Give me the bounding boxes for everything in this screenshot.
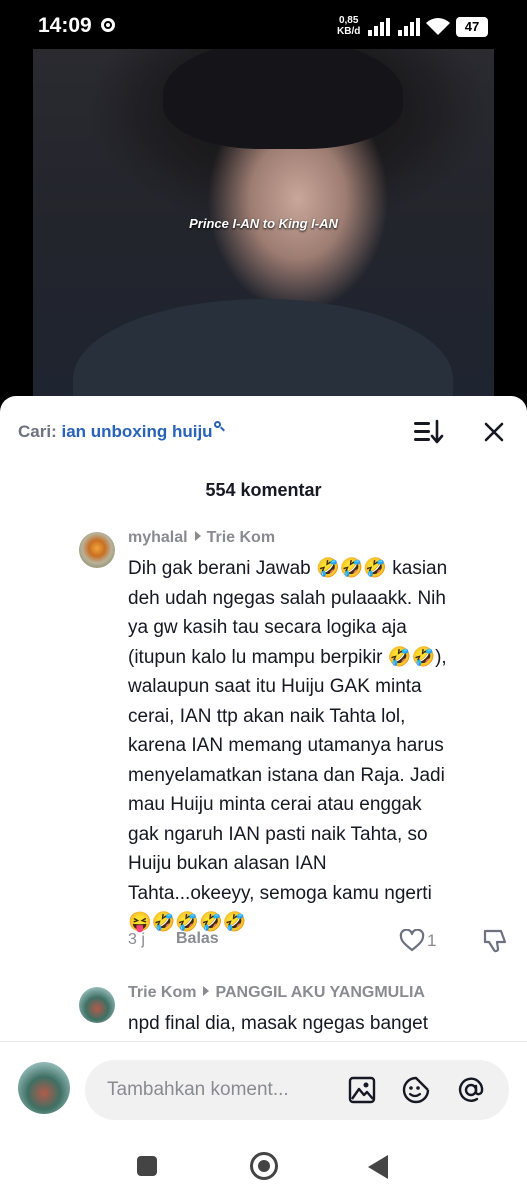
reply-button[interactable]: Balas xyxy=(176,930,219,948)
comment-line: mau Huiju minta cerai atau enggak xyxy=(128,794,422,815)
comment-username[interactable]: myhalal xyxy=(128,529,188,546)
search-icon xyxy=(213,421,224,431)
sticker-icon[interactable] xyxy=(401,1075,431,1105)
close-icon[interactable] xyxy=(480,418,508,446)
comment-text: Dih gak berani Jawab 🤣🤣🤣 kasian deh udah… xyxy=(128,554,498,938)
signal-icon-2 xyxy=(398,18,422,36)
video-figure-body xyxy=(73,299,453,399)
comment-line: cerai, IAN ttp akan naik Tahta lol, xyxy=(128,705,406,727)
sort-icon[interactable] xyxy=(412,419,444,445)
comment-header: myhalal Trie Kom xyxy=(128,529,275,547)
heart-icon[interactable] xyxy=(399,929,425,953)
comment-input[interactable]: Tambahkan koment... xyxy=(85,1060,509,1120)
comment-line: gak ngaruh IAN pasti naik Tahta, so xyxy=(128,823,428,845)
comment-line: menyelamatkan istana dan Raja. Jadi xyxy=(128,764,445,786)
comment-username[interactable]: Trie Kom xyxy=(128,984,196,1001)
comment-time: 3 j xyxy=(128,931,145,948)
comment-reply-to[interactable]: PANGGIL AKU YANGMULIA xyxy=(215,984,425,1001)
reply-arrow-icon xyxy=(203,986,210,996)
search-prefix: Cari: xyxy=(18,422,57,441)
comment-input-placeholder: Tambahkan koment... xyxy=(107,1079,289,1100)
comment-input-bar: Tambahkan koment... xyxy=(0,1041,527,1136)
video-caption: Prince I-AN to King I-AN xyxy=(189,216,338,231)
home-button[interactable] xyxy=(250,1152,278,1180)
back-button[interactable] xyxy=(368,1155,388,1179)
comment-line: Huiju bukan alasan IAN xyxy=(128,853,327,874)
avatar[interactable] xyxy=(79,987,115,1023)
comment-count: 554 komentar xyxy=(205,480,322,500)
video-figure-hair xyxy=(163,49,403,149)
sync-icon xyxy=(101,18,115,32)
comment-line: Dih gak berani Jawab 🤣🤣🤣 kasian xyxy=(128,558,448,579)
network-speed: 0,85 KB/d xyxy=(337,15,360,37)
battery-indicator: 47 xyxy=(456,17,488,37)
video-player[interactable]: Prince I-AN to King I-AN xyxy=(33,49,494,399)
comment-line: deh udah ngegas salah pulaaakk. Nih xyxy=(128,587,446,609)
my-avatar xyxy=(18,1062,70,1114)
comment-line: (itupun kalo lu mampu berpikir 🤣🤣), xyxy=(128,646,447,668)
network-speed-value: 0,85 xyxy=(338,15,359,26)
search-query-link[interactable]: ian unboxing huiju xyxy=(61,422,212,441)
comment-reply-to[interactable]: Trie Kom xyxy=(207,529,275,546)
wifi-icon xyxy=(426,18,450,35)
search-suggestion[interactable]: Cari: ian unboxing huiju xyxy=(18,421,224,442)
comments-sheet: Cari: ian unboxing huiju 554 komentar my… xyxy=(0,396,527,1200)
image-icon[interactable] xyxy=(347,1075,377,1105)
signal-icon xyxy=(368,18,392,36)
comment-line: Tahta...okeeyy, semoga kamu ngerti xyxy=(128,882,432,904)
recents-button[interactable] xyxy=(137,1156,157,1176)
comment-line: ya gw kasih tau secara logika aja xyxy=(128,617,407,638)
at-icon[interactable] xyxy=(456,1075,486,1105)
comment-line: npd final dia, masak ngegas banget xyxy=(128,1013,428,1034)
comment-line: karena IAN memang utamanya harus xyxy=(128,735,444,756)
comment-line: walaupun saat itu Huiju GAK minta xyxy=(128,676,422,697)
comment-header: Trie Kom PANGGIL AKU YANGMULIA xyxy=(128,984,425,1002)
comment-text: npd final dia, masak ngegas banget xyxy=(128,1009,498,1039)
status-time: 14:09 xyxy=(38,14,92,37)
status-bar: 14:09 0,85 KB/d 47 xyxy=(0,0,527,56)
reply-arrow-icon xyxy=(194,531,201,541)
system-nav-bar xyxy=(0,1135,527,1200)
avatar[interactable] xyxy=(79,532,115,568)
network-speed-unit: KB/d xyxy=(337,26,361,37)
like-count: 1 xyxy=(427,931,437,950)
thumbs-down-icon[interactable] xyxy=(482,928,510,954)
